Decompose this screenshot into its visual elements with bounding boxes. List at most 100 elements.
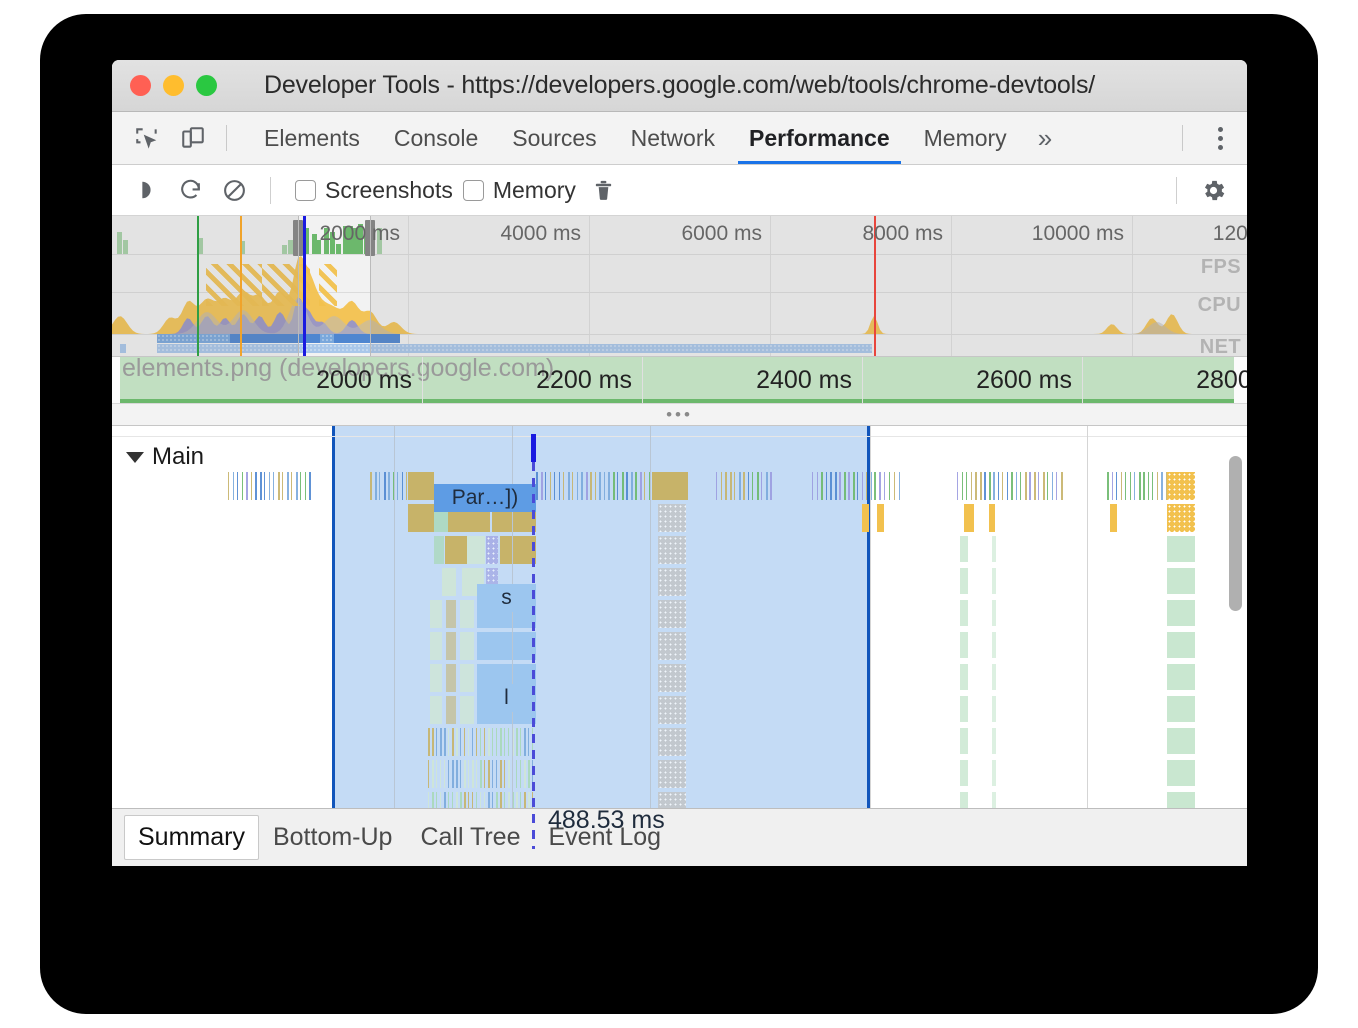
flame-chart-tick[interactable] <box>558 472 560 500</box>
flame-chart-tick[interactable] <box>770 472 772 500</box>
chevron-down-icon[interactable] <box>126 451 144 463</box>
flame-chart-block[interactable] <box>960 632 968 658</box>
flame-chart-block[interactable] <box>1167 472 1195 500</box>
flame-chart-tick[interactable] <box>460 728 461 756</box>
flame-chart-tick[interactable] <box>630 472 633 500</box>
flame-chart-tick[interactable] <box>273 472 274 500</box>
flame-chart-tick[interactable] <box>401 472 403 500</box>
flame-chart-block[interactable] <box>446 696 456 724</box>
flame-chart-tick[interactable] <box>440 728 442 756</box>
flame-chart-block[interactable] <box>430 600 442 628</box>
tab-network[interactable]: Network <box>614 112 732 164</box>
flame-chart-tick[interactable] <box>397 472 398 500</box>
flame-chart-block[interactable] <box>960 728 968 754</box>
flame-chart-tick[interactable] <box>524 728 526 756</box>
flame-chart-block[interactable] <box>1167 536 1195 562</box>
flame-chart-tick[interactable] <box>988 472 991 500</box>
flame-chart-tick[interactable] <box>1056 472 1057 500</box>
flame-chart-tick[interactable] <box>232 472 234 500</box>
flame-chart-tick[interactable] <box>821 472 823 500</box>
flame-chart-tick[interactable] <box>277 472 280 500</box>
flame-chart-tick[interactable] <box>729 472 732 500</box>
flame-chart-block[interactable] <box>1167 728 1195 754</box>
flame-chart-tick[interactable] <box>488 728 490 756</box>
flame-chart-tick[interactable] <box>1125 472 1126 500</box>
flame-chart-tick[interactable] <box>484 728 485 756</box>
flame-chart-tick[interactable] <box>228 472 229 500</box>
flame-chart-tick[interactable] <box>448 728 449 756</box>
flame-chart-tick[interactable] <box>1120 472 1122 500</box>
flame-chart-tick[interactable] <box>1042 472 1045 500</box>
flame-chart-tick[interactable] <box>383 472 386 500</box>
flame-chart-tick[interactable] <box>747 472 749 500</box>
flame-chart-tick[interactable] <box>1002 472 1003 500</box>
flame-chart-block[interactable] <box>477 632 536 660</box>
flame-chart-tick[interactable] <box>246 472 248 500</box>
kebab-menu-icon[interactable] <box>1193 112 1247 164</box>
flame-chart-tick[interactable] <box>444 728 446 756</box>
tab-memory[interactable]: Memory <box>907 112 1024 164</box>
flame-chart-tick[interactable] <box>520 728 521 756</box>
flame-chart-tick[interactable] <box>626 472 628 500</box>
flame-chart-tick[interactable] <box>452 760 454 788</box>
inspect-element-icon[interactable] <box>124 112 170 164</box>
flame-chart-block[interactable] <box>992 632 996 658</box>
flame-chart-tick[interactable] <box>812 472 813 500</box>
flame-chart-group-main[interactable]: Main <box>112 442 204 472</box>
flame-chart-tick[interactable] <box>756 472 759 500</box>
flame-chart-tick[interactable] <box>834 472 837 500</box>
flame-chart-tick[interactable] <box>1011 472 1013 500</box>
flame-chart-tick[interactable] <box>997 472 999 500</box>
flame-chart-tick[interactable] <box>966 472 967 500</box>
flame-chart-tick[interactable] <box>1147 472 1149 500</box>
flame-chart-tick[interactable] <box>528 760 530 788</box>
flame-chart-tick[interactable] <box>286 472 289 500</box>
flame-chart-tick[interactable] <box>528 728 529 756</box>
flame-chart-tick[interactable] <box>432 760 434 788</box>
flame-chart-tick[interactable] <box>295 472 298 500</box>
flame-chart[interactable]: Par…]) s l 488.53 ms Main <box>112 426 1247 849</box>
flame-chart-tick[interactable] <box>585 472 588 500</box>
flame-chart-tick[interactable] <box>241 472 243 500</box>
flame-chart-tick[interactable] <box>603 472 605 500</box>
flame-chart-tick[interactable] <box>388 472 390 500</box>
flame-chart-tick[interactable] <box>1143 472 1145 500</box>
flame-chart-tick[interactable] <box>468 760 469 788</box>
flame-chart-tick[interactable] <box>621 472 624 500</box>
flame-chart-scrollbar[interactable] <box>1229 456 1242 611</box>
flame-chart-tick[interactable] <box>520 760 521 788</box>
flame-chart-block[interactable] <box>960 664 968 690</box>
flame-chart-block[interactable] <box>960 536 968 562</box>
flame-chart-block[interactable] <box>460 632 474 660</box>
flame-chart-tick[interactable] <box>440 760 441 788</box>
flame-chart-tick[interactable] <box>452 728 454 756</box>
flame-chart-tick[interactable] <box>635 472 637 500</box>
flame-chart-tick[interactable] <box>436 728 437 756</box>
flame-chart-block[interactable] <box>964 504 974 532</box>
clear-recording-icon[interactable] <box>212 170 256 210</box>
flame-chart-tick[interactable] <box>268 472 270 500</box>
flame-chart-tick[interactable] <box>644 472 645 500</box>
flame-chart-tick[interactable] <box>1156 472 1158 500</box>
flame-chart-tick[interactable] <box>884 472 885 500</box>
flame-chart-block[interactable] <box>430 696 442 724</box>
flame-chart-tick[interactable] <box>889 472 890 500</box>
flame-chart-tick[interactable] <box>500 760 502 788</box>
flame-chart-tick[interactable] <box>504 728 505 756</box>
flame-chart-tick[interactable] <box>540 472 543 500</box>
flame-chart-tick[interactable] <box>816 472 818 500</box>
flame-chart-tick[interactable] <box>500 728 502 756</box>
flame-chart-block[interactable] <box>658 664 686 692</box>
flame-chart-tick[interactable] <box>993 472 995 500</box>
tab-performance[interactable]: Performance <box>732 112 907 164</box>
flame-chart-tick[interactable] <box>1047 472 1048 500</box>
flame-chart-tick[interactable] <box>436 760 437 788</box>
flame-chart-block[interactable] <box>446 632 456 660</box>
flame-chart-block[interactable] <box>658 504 686 532</box>
panel-resizer-handle[interactable]: ••• <box>112 404 1247 426</box>
gear-icon[interactable] <box>1191 170 1235 210</box>
flame-chart-tick[interactable] <box>554 472 555 500</box>
flame-chart-block[interactable] <box>446 664 456 692</box>
flame-chart-tick[interactable] <box>852 472 855 500</box>
flame-chart-tick[interactable] <box>567 472 570 500</box>
